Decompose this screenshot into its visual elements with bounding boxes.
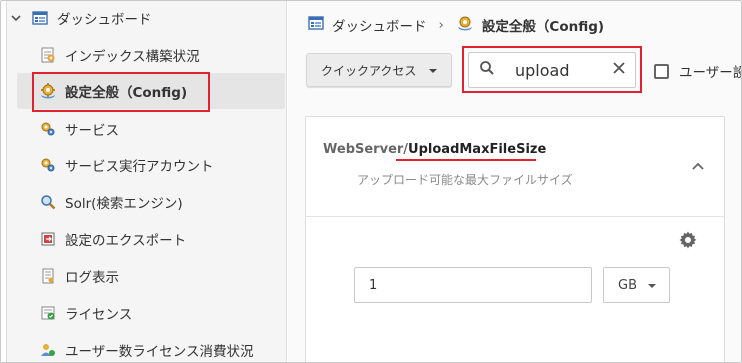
index-build-icon [39,46,57,64]
setting-header[interactable]: WebServer/UploadMaxFileSize アップロード可能な最大フ… [306,117,724,217]
service-icon [39,120,57,138]
search-highlight-box [462,46,642,93]
quick-access-label: クイックアクセス [321,63,417,78]
unit-select[interactable]: GB [603,267,670,303]
sidebar-highlight-box [32,72,210,112]
sidebar-item-label: ユーザー数ライセンス消費状況 [65,344,254,360]
match-underline [396,159,536,161]
log-icon [39,267,57,285]
upload-size-value: 1 [369,277,378,293]
unit-select-value: GB [618,277,637,293]
gear-icon[interactable] [678,230,698,250]
sidebar: ダッシュボード インデックス構築状況 設定全般（Config) サービス サービ [1,1,287,362]
breadcrumb-current: 設定全般（Config) [481,19,605,35]
setting-title-prefix: WebServer/ [323,142,409,157]
quick-access-button[interactable]: クイックアクセス [306,53,452,87]
license-icon [39,304,57,322]
app-window: ダッシュボード インデックス構築状況 設定全般（Config) サービス サービ [0,0,742,363]
setting-title: WebServer/UploadMaxFileSize [323,142,546,157]
caret-down-icon [647,278,657,293]
user-setting-checkbox[interactable] [654,63,669,79]
sidebar-item-log[interactable]: ログ表示 [17,258,285,294]
sidebar-item-label: サービス実行アカウント [65,159,214,175]
setting-description: アップロード可能な最大ファイルサイズ [357,173,573,187]
caret-down-icon [428,63,438,77]
setting-title-name: UploadMaxFileSize [408,142,547,157]
breadcrumb-root-link[interactable]: ダッシュボード [332,15,427,35]
sidebar-item-label: ログ表示 [65,270,119,286]
user-setting-label: ユーザー設 [679,65,742,81]
export-icon [39,230,57,248]
sidebar-item-solr[interactable]: Solr(検索エンジン) [17,184,285,220]
sidebar-item-index-build[interactable]: インデックス構築状況 [17,37,285,73]
sidebar-item-service[interactable]: サービス [17,111,285,147]
sidebar-item-user-license[interactable]: ユーザー数ライセンス消費状況 [17,332,285,362]
sidebar-edge [1,1,7,362]
config-icon [456,14,474,36]
sidebar-item-label: 設定のエクスポート [65,233,187,249]
sidebar-item-export[interactable]: 設定のエクスポート [17,221,285,257]
sidebar-item-license[interactable]: ライセンス [17,295,285,331]
user-setting-filter[interactable]: ユーザー設 [654,61,742,81]
sidebar-item-label: インデックス構築状況 [65,49,200,65]
sidebar-item-service-account[interactable]: サービス実行アカウント [17,147,285,183]
chevron-down-icon[interactable] [9,11,23,25]
setting-panel: WebServer/UploadMaxFileSize アップロード可能な最大フ… [305,116,725,362]
sidebar-root-label: ダッシュボード [57,12,152,28]
sidebar-item-label: Solr(検索エンジン) [65,196,183,212]
user-license-icon [39,341,57,359]
breadcrumb: ダッシュボード › 設定全般（Config) [308,13,604,37]
dashboard-icon [308,15,324,35]
sidebar-root-dashboard[interactable]: ダッシュボード [9,1,277,35]
search-engine-icon [39,193,57,211]
sidebar-item-label: ライセンス [65,307,133,323]
breadcrumb-separator: › [438,17,444,33]
dashboard-icon [31,9,49,27]
sidebar-item-label: サービス [65,123,119,139]
upload-size-input[interactable]: 1 [354,267,592,303]
chevron-up-icon[interactable] [690,159,706,175]
service-account-icon [39,156,57,174]
